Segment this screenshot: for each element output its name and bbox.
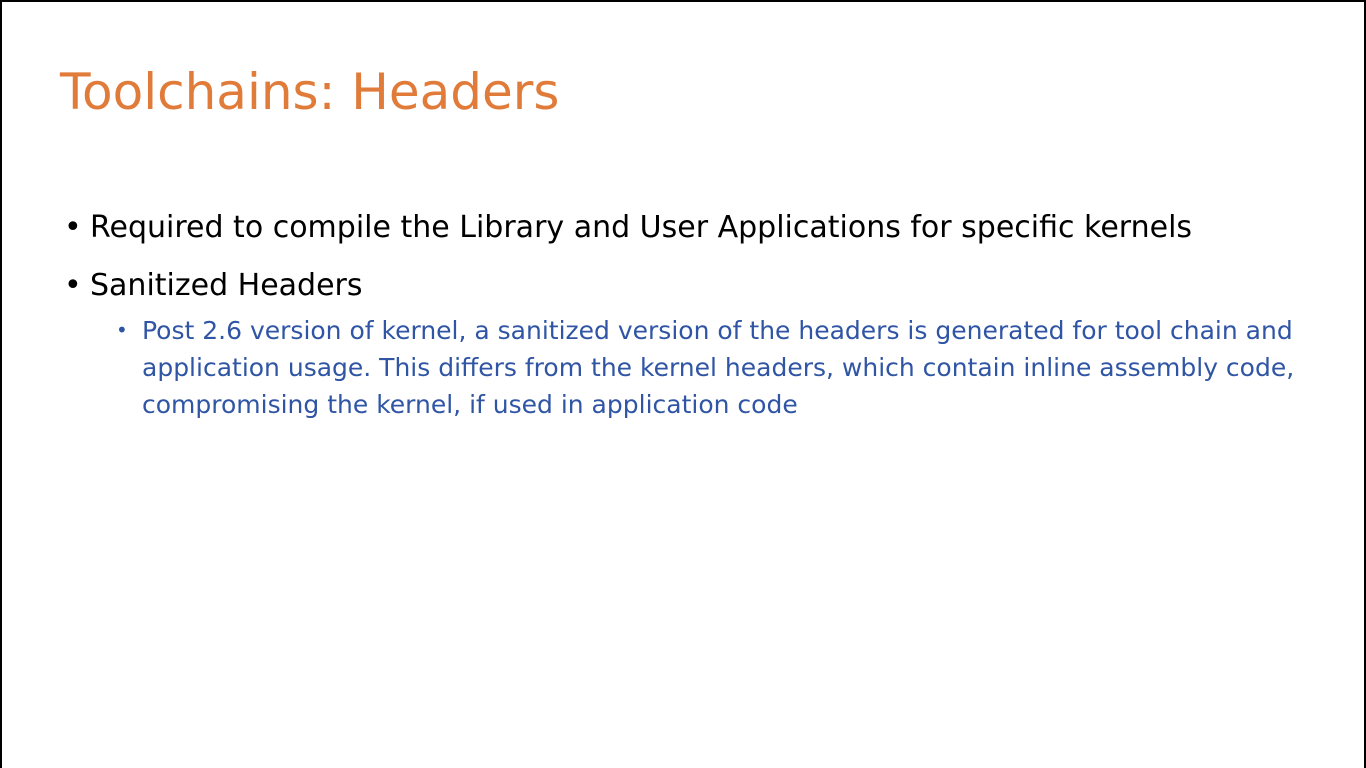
sub-bullet-marker: • [116, 318, 128, 342]
slide: Toolchains: Headers • Required to compil… [0, 0, 1366, 768]
sub-bullet-text: Post 2.6 version of kernel, a sanitized … [142, 316, 1295, 419]
bullet-text: Sanitized Headers [90, 268, 363, 303]
bullet-item: • Sanitized Headers [62, 268, 1312, 304]
bullet-marker: • [64, 210, 82, 245]
slide-title: Toolchains: Headers [60, 63, 560, 121]
bullet-marker: • [64, 268, 82, 303]
bullet-text: Required to compile the Library and User… [90, 210, 1193, 245]
slide-body: • Required to compile the Library and Us… [62, 210, 1312, 423]
sub-bullet-item: • Post 2.6 version of kernel, a sanitize… [114, 312, 1312, 423]
bullet-item: • Required to compile the Library and Us… [62, 210, 1312, 246]
